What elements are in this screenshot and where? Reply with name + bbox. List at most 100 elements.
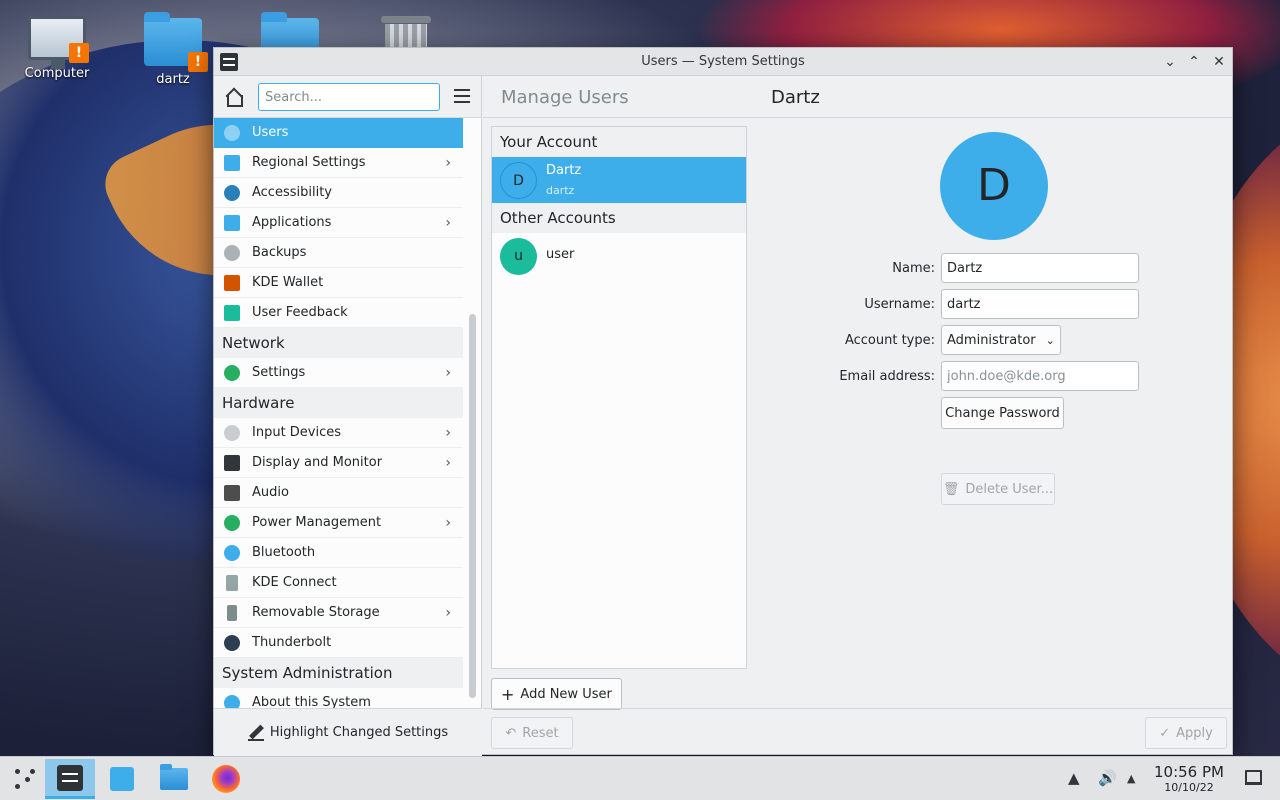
maximize-icon[interactable]: ⌃ — [1184, 52, 1204, 72]
highlight-changed-settings-button[interactable]: Highlight Changed Settings — [214, 708, 482, 756]
sidebar-item-label: Regional Settings — [252, 155, 366, 170]
window-title: Users — System Settings — [641, 54, 805, 69]
home-icon[interactable] — [224, 86, 246, 108]
reset-icon: ↶ — [505, 725, 517, 741]
show-desktop-icon[interactable] — [1245, 770, 1262, 785]
chevron-right-icon: › — [445, 605, 451, 621]
breadcrumb: Manage Users Dartz — [483, 76, 1232, 118]
feedback-icon — [224, 305, 240, 321]
sidebar-item-thunderbolt[interactable]: Thunderbolt — [214, 628, 463, 658]
sidebar-section-system-administration: System Administration — [214, 658, 463, 688]
sidebar-item-backups[interactable]: Backups — [214, 238, 463, 268]
clock-date[interactable]: 10/10/22 — [1152, 781, 1226, 794]
sidebar-item-label: KDE Connect — [252, 575, 337, 590]
chevron-right-icon: › — [445, 515, 451, 531]
delete-user-button[interactable]: 🗑 Delete User... — [941, 473, 1055, 505]
sidebar-item-label: KDE Wallet — [252, 275, 324, 290]
account-name: Dartz — [546, 163, 582, 178]
list-item-user[interactable]: u user — [492, 233, 746, 279]
avatar: u — [500, 238, 537, 275]
apply-label: Apply — [1176, 725, 1213, 741]
name-field[interactable] — [941, 253, 1139, 283]
sidebar-item-label: Backups — [252, 245, 307, 260]
hamburger-menu-icon[interactable] — [454, 89, 470, 103]
discover-icon — [110, 767, 134, 791]
sidebar-scrollbar[interactable] — [469, 314, 476, 698]
taskbar-firefox[interactable] — [201, 759, 251, 799]
sidebar-item-audio[interactable]: Audio — [214, 478, 463, 508]
plus-icon: + — [501, 684, 515, 704]
sidebar-section-network: Network — [214, 328, 463, 358]
sidebar-item-display-monitor[interactable]: Display and Monitor › — [214, 448, 463, 478]
sidebar-item-kde-connect[interactable]: KDE Connect — [214, 568, 463, 598]
sidebar-item-removable-storage[interactable]: Removable Storage › — [214, 598, 463, 628]
volume-icon[interactable]: 🔊 — [1098, 769, 1117, 787]
username-field[interactable] — [941, 289, 1139, 319]
user-avatar-large[interactable]: D — [940, 132, 1048, 240]
firefox-icon — [212, 765, 240, 793]
sidebar-item-label: Power Management — [252, 515, 382, 530]
title-bar[interactable]: Users — System Settings ⌄ ⌃ ✕ — [214, 48, 1232, 76]
account-type-select[interactable]: Administrator ⌄ — [941, 325, 1061, 355]
sidebar-item-about-system[interactable]: About this System — [214, 688, 463, 708]
clock-time[interactable]: 10:56 PM — [1152, 763, 1226, 781]
sidebar-item-input-devices[interactable]: Input Devices › — [214, 418, 463, 448]
pencil-icon — [247, 725, 264, 741]
add-new-user-button[interactable]: + Add New User — [491, 678, 622, 710]
sidebar-item-label: Removable Storage — [252, 605, 380, 620]
speaker-icon — [224, 485, 240, 501]
backups-icon — [224, 245, 240, 261]
sidebar-item-label: Audio — [252, 485, 289, 500]
page-title: Dartz — [771, 87, 820, 108]
minimize-icon[interactable]: ⌄ — [1160, 52, 1180, 72]
trash-icon: 🗑 — [942, 481, 960, 497]
highlight-changed-label: Highlight Changed Settings — [269, 725, 449, 740]
desktop-icon-home-folder[interactable]: ! dartz — [128, 12, 218, 87]
change-password-button[interactable]: Change Password — [941, 397, 1064, 429]
updates-icon[interactable]: ▲ — [1068, 769, 1080, 787]
taskbar-file-manager[interactable] — [149, 759, 199, 799]
name-label: Name: — [892, 261, 935, 276]
list-item-dartz[interactable]: D Dartz dartz — [492, 157, 746, 203]
sidebar-item-applications[interactable]: Applications › — [214, 208, 463, 238]
apply-button[interactable]: ✓ Apply — [1145, 717, 1227, 749]
sidebar-item-regional-settings[interactable]: Regional Settings › — [214, 148, 463, 178]
sidebar-item-label: Accessibility — [252, 185, 332, 200]
taskbar-discover[interactable] — [97, 759, 147, 799]
sidebar-item-label: Users — [252, 125, 289, 140]
folder-icon — [160, 764, 188, 790]
launcher-icon — [13, 767, 37, 791]
sidebar-item-network-settings[interactable]: Settings › — [214, 358, 463, 388]
desktop-icon-computer[interactable]: ! Computer — [12, 12, 102, 81]
account-name: user — [546, 247, 575, 262]
application-launcher[interactable] — [0, 759, 50, 799]
sidebar-item-user-feedback[interactable]: User Feedback — [214, 298, 463, 328]
applications-icon — [224, 215, 240, 231]
email-label: Email address: — [839, 369, 935, 384]
reset-label: Reset — [522, 725, 559, 741]
tray-expand-icon[interactable]: ▲ — [1127, 772, 1135, 785]
email-field[interactable] — [941, 361, 1139, 391]
chevron-right-icon: › — [445, 155, 451, 171]
phone-icon — [226, 575, 238, 591]
account-type-label: Account type: — [844, 333, 935, 348]
sidebar-item-label: Bluetooth — [252, 545, 316, 560]
sidebar-item-power-management[interactable]: Power Management › — [214, 508, 463, 538]
home-folder-icon: ! — [144, 12, 208, 72]
search-input[interactable] — [258, 83, 440, 111]
chevron-down-icon: ⌄ — [1045, 333, 1055, 347]
warning-badge-icon: ! — [188, 52, 208, 72]
breadcrumb-manage-users[interactable]: Manage Users — [501, 87, 629, 108]
bluetooth-icon — [224, 545, 240, 561]
sidebar-item-bluetooth[interactable]: Bluetooth — [214, 538, 463, 568]
close-icon[interactable]: ✕ — [1209, 52, 1229, 72]
taskbar-system-settings[interactable] — [45, 759, 95, 799]
delete-user-label: Delete User... — [965, 481, 1054, 497]
sidebar-item-users[interactable]: Users — [214, 118, 463, 148]
reset-button[interactable]: ↶ Reset — [491, 717, 573, 749]
sidebar-item-accessibility[interactable]: Accessibility — [214, 178, 463, 208]
section-other-accounts: Other Accounts — [492, 203, 746, 233]
chevron-right-icon: › — [445, 425, 451, 441]
mouse-icon — [224, 425, 240, 441]
sidebar-item-kde-wallet[interactable]: KDE Wallet — [214, 268, 463, 298]
